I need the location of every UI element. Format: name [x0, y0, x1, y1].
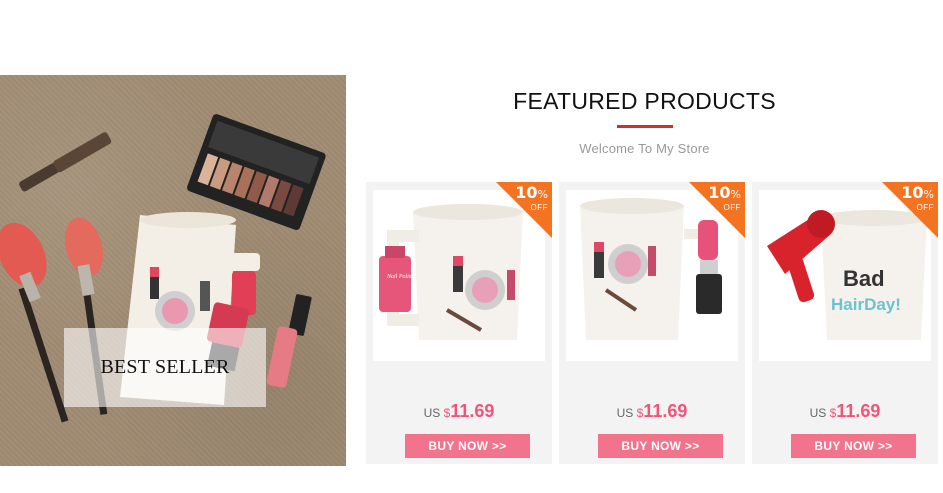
mug-text-1: Nail Polish	[386, 274, 414, 280]
hero-banner[interactable]: BEST SELLER	[0, 75, 346, 466]
hero-image	[0, 114, 326, 423]
best-seller-label[interactable]: BEST SELLER	[64, 328, 266, 407]
discount-value: 10	[515, 183, 538, 202]
title-underline	[616, 125, 673, 128]
price-value: 11.69	[450, 401, 495, 421]
buy-now-button[interactable]: BUY NOW >>	[598, 434, 723, 458]
discount-unit: %	[923, 188, 934, 201]
price-value: 11.69	[643, 401, 688, 421]
discount-off: OFF	[530, 203, 548, 212]
product-list: Nail Polish 10% OFF US $11.69 BUY NOW >>	[366, 182, 942, 464]
discount-badge: 10% OFF	[892, 185, 934, 212]
discount-off: OFF	[916, 203, 934, 212]
discount-badge: 10% OFF	[506, 185, 548, 212]
lip-gloss	[266, 294, 312, 388]
makeup-brush-1	[0, 222, 69, 423]
discount-value: 10	[901, 183, 924, 202]
product-price: US $11.69	[559, 402, 745, 421]
mug-text-line2: HairDay!	[831, 295, 901, 314]
product-price: US $11.69	[752, 402, 938, 421]
section-title: FEATURED PRODUCTS	[513, 88, 776, 114]
currency-prefix: US	[423, 406, 441, 420]
discount-badge: 10% OFF	[699, 185, 741, 212]
price-value: 11.69	[836, 401, 881, 421]
discount-value: 10	[708, 183, 731, 202]
product-card[interactable]: Bad HairDay! 10% OFF US $11.69 BUY NOW >…	[752, 182, 938, 464]
buy-now-button[interactable]: BUY NOW >>	[791, 434, 916, 458]
eyebrow-pencil	[19, 132, 112, 192]
buy-now-button[interactable]: BUY NOW >>	[405, 434, 530, 458]
currency-prefix: US	[809, 406, 827, 420]
mug-text-line1: Bad	[843, 266, 885, 291]
product-price: US $11.69	[366, 402, 552, 421]
currency-prefix: US	[616, 406, 634, 420]
discount-off: OFF	[723, 203, 741, 212]
discount-unit: %	[730, 188, 741, 201]
product-card[interactable]: 10% OFF US $11.69 BUY NOW >>	[559, 182, 745, 464]
section-heading: FEATURED PRODUCTS Welcome To My Store	[346, 88, 943, 156]
product-card[interactable]: Nail Polish 10% OFF US $11.69 BUY NOW >>	[366, 182, 552, 464]
section-subtitle: Welcome To My Store	[579, 141, 710, 156]
discount-unit: %	[537, 188, 548, 201]
